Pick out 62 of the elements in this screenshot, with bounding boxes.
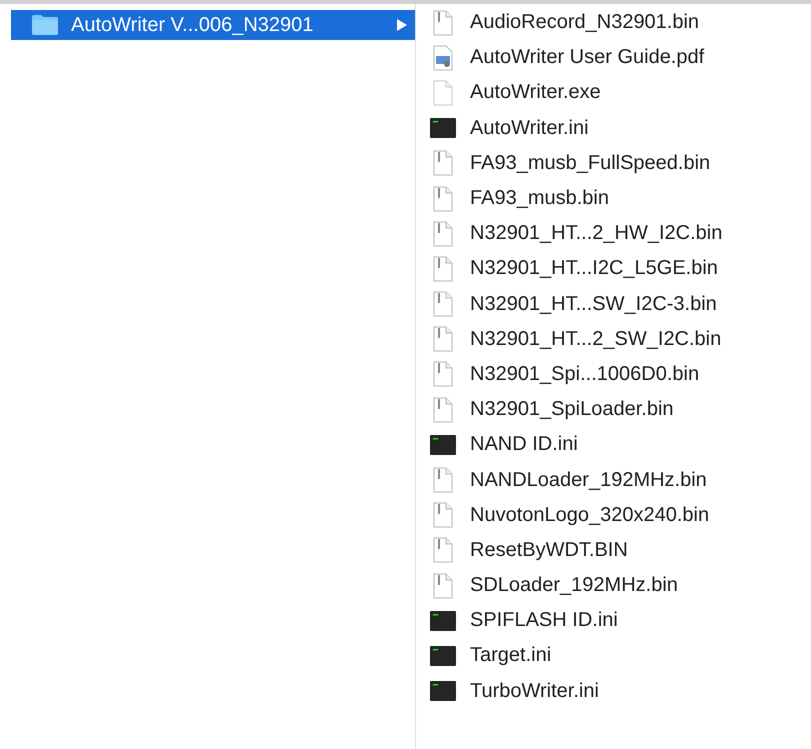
file-name: N32901_Spi...1006D0.bin: [470, 362, 700, 386]
folder-icon: [31, 14, 59, 36]
file-name: AutoWriter.exe: [470, 81, 601, 104]
file-row[interactable]: FA93_musb.bin: [416, 180, 811, 216]
zip-file-icon: [433, 10, 453, 36]
file-row[interactable]: FA93_musb_FullSpeed.bin: [416, 146, 811, 181]
file-row[interactable]: AudioRecord_N32901.bin: [416, 5, 811, 40]
zip-file-icon: [433, 361, 453, 388]
file-name: ResetByWDT.BIN: [470, 538, 628, 562]
file-name: N32901_HT...2_HW_I2C.bin: [470, 222, 722, 246]
file-row[interactable]: TurboWriter.ini: [416, 674, 811, 709]
file-row[interactable]: NANDLoader_192MHz.bin: [416, 462, 811, 498]
file-name: N32901_HT...2_SW_I2C.bin: [470, 328, 722, 351]
zip-file-icon: [433, 186, 453, 212]
file-name: N32901_HT...SW_I2C-3.bin: [470, 292, 717, 316]
file-name: N32901_HT...I2C_L5GE.bin: [470, 257, 718, 280]
folder-row[interactable]: AutoWriter V...006_N32901: [11, 10, 415, 40]
zip-file-icon: [433, 396, 453, 423]
zip-file-icon: [433, 326, 453, 352]
file-row[interactable]: AutoWriter User Guide.pdf: [416, 40, 811, 76]
file-row[interactable]: SPIFLASH ID.ini: [416, 603, 811, 638]
zip-file-icon: [433, 256, 453, 282]
zip-file-icon: [433, 220, 453, 247]
zip-file-icon: [433, 502, 453, 528]
file-name: AudioRecord_N32901.bin: [470, 11, 700, 34]
file-name: N32901_SpiLoader.bin: [470, 398, 674, 422]
file-row[interactable]: AutoWriter.ini: [416, 110, 811, 146]
file-row[interactable]: ResetByWDT.BIN: [416, 532, 811, 568]
file-name: TurboWriter.ini: [470, 680, 599, 703]
zip-file-icon: [433, 291, 453, 318]
terminal-icon: [430, 434, 456, 455]
file-row[interactable]: N32901_HT...2_HW_I2C.bin: [416, 216, 811, 252]
document-icon: [433, 44, 453, 71]
file-name: SDLoader_192MHz.bin: [470, 574, 678, 598]
zip-file-icon: [433, 537, 453, 564]
file-row[interactable]: N32901_HT...SW_I2C-3.bin: [416, 286, 811, 322]
file-name: FA93_musb.bin: [470, 187, 609, 210]
terminal-icon: [430, 118, 456, 138]
file-name: AutoWriter.ini: [470, 116, 589, 140]
file-name: Target.ini: [470, 644, 552, 668]
file-row[interactable]: SDLoader_192MHz.bin: [416, 568, 811, 604]
file-name: NAND ID.ini: [470, 433, 578, 456]
terminal-icon: [430, 610, 456, 631]
file-row[interactable]: NuvotonLogo_320x240.bin: [416, 498, 811, 533]
terminal-icon: [430, 681, 456, 702]
file-row[interactable]: N32901_Spi...1006D0.bin: [416, 356, 811, 392]
file-row[interactable]: Target.ini: [416, 638, 811, 674]
zip-file-icon: [433, 572, 453, 599]
zip-file-icon: [433, 150, 453, 176]
file-row[interactable]: N32901_SpiLoader.bin: [416, 392, 811, 428]
terminal-icon: [430, 646, 456, 666]
file-row[interactable]: N32901_HT...I2C_L5GE.bin: [416, 251, 811, 286]
file-name: SPIFLASH ID.ini: [470, 609, 618, 632]
file-row[interactable]: N32901_HT...2_SW_I2C.bin: [416, 322, 811, 357]
file-row[interactable]: NAND ID.ini: [416, 427, 811, 462]
file-name: AutoWriter User Guide.pdf: [470, 46, 704, 70]
file-name: FA93_musb_FullSpeed.bin: [470, 152, 710, 175]
file-name: NuvotonLogo_320x240.bin: [470, 504, 710, 527]
file-name: NANDLoader_192MHz.bin: [470, 468, 707, 492]
file-row[interactable]: AutoWriter.exe: [416, 75, 811, 111]
blank-file-icon: [433, 80, 453, 106]
zip-file-icon: [433, 467, 453, 494]
